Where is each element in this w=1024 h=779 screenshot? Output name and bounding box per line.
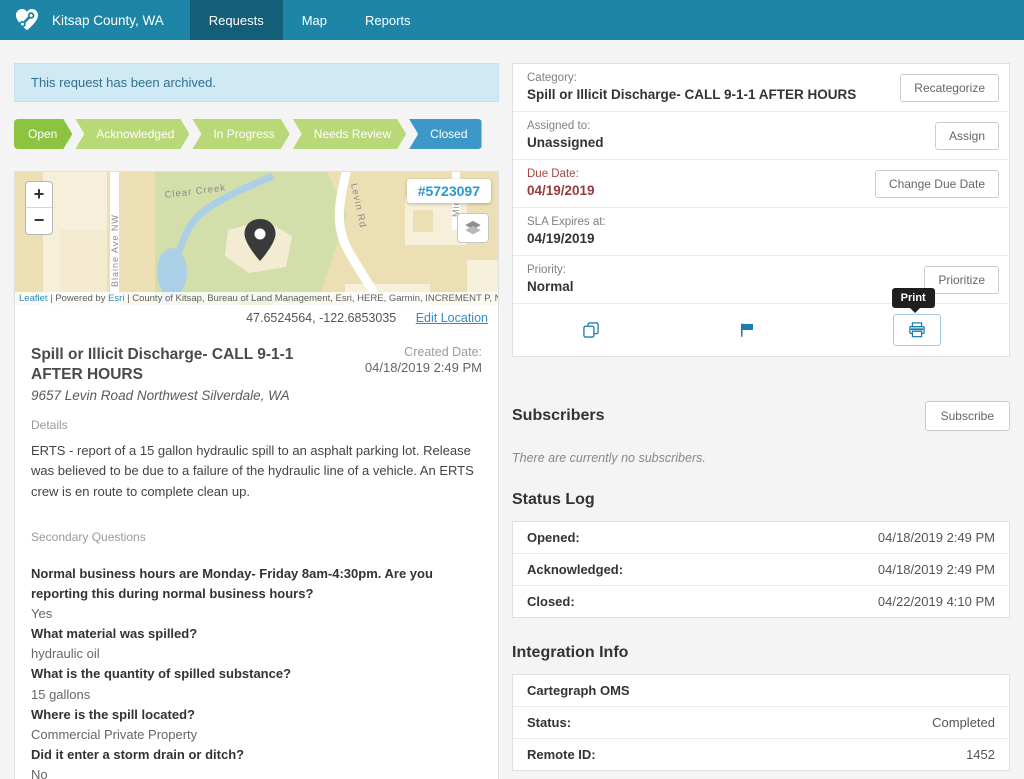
log-row-acknowledged: Acknowledged: 04/18/2019 2:49 PM	[513, 554, 1009, 586]
question: Did it enter a storm drain or ditch?	[31, 745, 482, 765]
assign-button[interactable]: Assign	[935, 122, 999, 150]
stage-in-progress[interactable]: In Progress	[192, 119, 289, 149]
integration-info-heading: Integration Info	[512, 644, 628, 662]
details-label: Details	[31, 418, 482, 432]
esri-link[interactable]: Esri	[108, 293, 124, 304]
integration-row-status: Status: Completed	[513, 707, 1009, 739]
change-due-date-button[interactable]: Change Due Date	[875, 170, 999, 198]
log-row-opened: Opened: 04/18/2019 2:49 PM	[513, 522, 1009, 554]
details-text: ERTS - report of a 15 gallon hydraulic s…	[31, 441, 482, 501]
integration-info-box: Cartegraph OMS Status: Completed Remote …	[512, 674, 1010, 771]
due-date-row: Due Date: 04/19/2019 Change Due Date	[513, 160, 1009, 208]
subscribers-heading: Subscribers	[512, 407, 604, 425]
zoom-out-button[interactable]: −	[26, 208, 52, 234]
nav-tab-reports[interactable]: Reports	[346, 0, 430, 40]
map-zoom-control: + −	[25, 181, 53, 235]
prioritize-button[interactable]: Prioritize	[924, 266, 999, 294]
zoom-in-button[interactable]: +	[26, 182, 52, 208]
print-icon	[907, 320, 927, 340]
layers-button[interactable]	[457, 213, 489, 243]
status-log-box: Opened: 04/18/2019 2:49 PM Acknowledged:…	[512, 521, 1010, 618]
request-address: 9657 Levin Road Northwest Silverdale, WA	[31, 388, 482, 403]
stage-closed[interactable]: Closed	[409, 119, 481, 149]
questions-answers: Normal business hours are Monday- Friday…	[31, 564, 482, 779]
actions-row: Print	[513, 304, 1009, 356]
top-nav: Kitsap County, WA Requests Map Reports	[0, 0, 1024, 40]
status-pipeline: Open Acknowledged In Progress Needs Revi…	[14, 119, 499, 149]
flag-button[interactable]	[738, 321, 756, 339]
status-log-heading: Status Log	[512, 491, 595, 509]
request-id-badge: #5723097	[407, 179, 491, 203]
flag-icon	[738, 321, 756, 339]
integration-row-system: Cartegraph OMS	[513, 675, 1009, 707]
question: What is the quantity of spilled substanc…	[31, 664, 482, 684]
duplicate-icon	[581, 320, 601, 340]
duplicate-button[interactable]	[581, 320, 601, 340]
archived-banner: This request has been archived.	[14, 63, 499, 102]
stage-open[interactable]: Open	[14, 119, 72, 149]
recategorize-button[interactable]: Recategorize	[900, 74, 999, 102]
answer: No	[31, 765, 482, 779]
request-title: Spill or Illicit Discharge- CALL 9-1-1 A…	[31, 345, 331, 385]
category-row: Category: Spill or Illicit Discharge- CA…	[513, 64, 1009, 112]
answer: Commercial Private Property	[31, 725, 482, 745]
stage-needs-review[interactable]: Needs Review	[293, 119, 406, 149]
subscribers-empty-text: There are currently no subscribers.	[512, 451, 1010, 465]
request-card: Clear Creek Levin Rd Blaine Ave NW Mic +…	[14, 171, 499, 779]
map-canvas[interactable]: Clear Creek Levin Rd Blaine Ave NW Mic +…	[15, 172, 498, 305]
nav-tab-requests[interactable]: Requests	[190, 0, 283, 40]
print-button-wrapper: Print	[893, 314, 941, 346]
print-button[interactable]	[893, 314, 941, 346]
answer: hydraulic oil	[31, 644, 482, 664]
coordinates-value: 47.6524564, -122.6853035	[246, 311, 396, 325]
answer: 15 gallons	[31, 685, 482, 705]
question: Where is the spill located?	[31, 705, 482, 725]
map-label-blaine-ave: Blaine Ave NW	[110, 214, 120, 287]
sla-row: SLA Expires at: 04/19/2019	[513, 208, 1009, 256]
edit-location-link[interactable]: Edit Location	[416, 311, 488, 325]
layers-icon	[463, 219, 483, 237]
subscribe-button[interactable]: Subscribe	[925, 401, 1010, 431]
created-date: Created Date: 04/18/2019 2:49 PM	[365, 345, 482, 385]
leaflet-link[interactable]: Leaflet	[19, 293, 48, 304]
assigned-row: Assigned to: Unassigned Assign	[513, 112, 1009, 160]
print-tooltip: Print	[892, 288, 935, 308]
stage-acknowledged[interactable]: Acknowledged	[75, 119, 189, 149]
brand-title: Kitsap County, WA	[52, 0, 190, 40]
question: Normal business hours are Monday- Friday…	[31, 564, 482, 604]
log-row-closed: Closed: 04/22/2019 4:10 PM	[513, 586, 1009, 617]
app-logo-heart-wrench-icon	[0, 0, 52, 40]
secondary-questions-label: Secondary Questions	[31, 530, 482, 544]
answer: Yes	[31, 604, 482, 624]
request-meta-panel: Category: Spill or Illicit Discharge- CA…	[512, 63, 1010, 357]
coordinates-row: 47.6524564, -122.6853035 Edit Location	[15, 305, 498, 331]
map-attribution: Leaflet | Powered by Esri | County of Ki…	[15, 292, 498, 305]
nav-tab-map[interactable]: Map	[283, 0, 346, 40]
question: What material was spilled?	[31, 624, 482, 644]
integration-row-remote-id: Remote ID: 1452	[513, 739, 1009, 770]
